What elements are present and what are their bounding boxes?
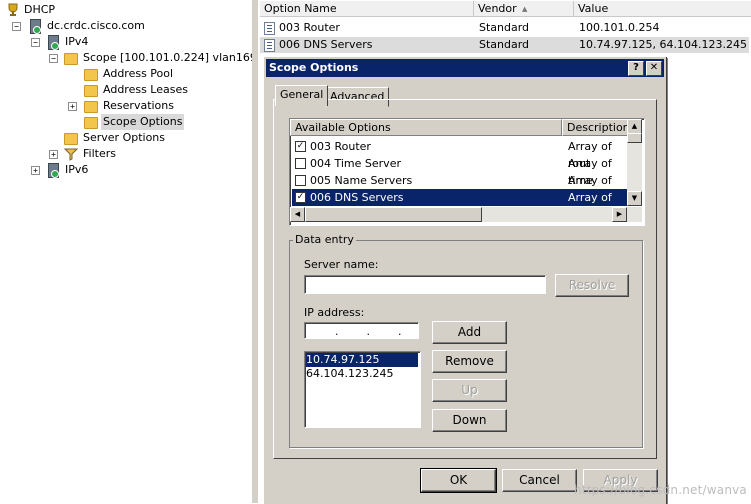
resolve-button[interactable]: Resolve (555, 274, 629, 297)
tree-item-label: IPv6 (65, 163, 89, 176)
option-name: 003 Router (279, 21, 340, 34)
server-name-label: Server name: (304, 258, 379, 271)
collapse-icon[interactable]: − (31, 38, 40, 47)
tab-panel-general: Available Options Description ✓ 003 Rout… (273, 99, 657, 459)
server-name-input[interactable] (304, 275, 546, 294)
option-value: 10.74.97.125, 64.104.123.245 (579, 38, 747, 51)
option-name: 003 Router (310, 140, 371, 153)
option-row[interactable]: ✓ 006 DNS Servers Array of DNS (292, 189, 627, 221)
option-checkbox[interactable]: ✓ (295, 141, 306, 152)
scroll-left-icon[interactable]: ◀ (290, 207, 305, 222)
list-row[interactable]: 006 DNS Servers Standard 10.74.97.125, 6… (260, 37, 749, 53)
filter-icon (63, 147, 79, 161)
ip-address-list[interactable]: 10.74.97.125 64.104.123.245 (304, 351, 421, 428)
option-row[interactable]: 004 Time Server Array of time (292, 155, 627, 187)
scroll-thumb[interactable] (305, 207, 482, 222)
column-header-vendor[interactable]: Vendor ▲ (474, 1, 574, 17)
remove-button[interactable]: Remove (432, 350, 507, 373)
ip-list-item[interactable]: 10.74.97.125 (306, 353, 418, 367)
folder-icon (64, 53, 78, 65)
option-name: 006 DNS Servers (310, 191, 404, 204)
close-button[interactable]: ✕ (646, 61, 662, 76)
add-button[interactable]: Add (432, 321, 507, 344)
tree-item-label: IPv4 (65, 35, 89, 48)
option-checkbox[interactable] (295, 158, 306, 169)
scroll-down-icon[interactable]: ▼ (627, 191, 642, 206)
expand-icon[interactable]: + (68, 102, 77, 111)
option-row[interactable]: 005 Name Servers Array of nam (292, 172, 627, 204)
option-name: 005 Name Servers (310, 174, 413, 187)
expand-icon[interactable]: + (31, 166, 40, 175)
option-vendor: Standard (479, 38, 530, 51)
collapse-icon[interactable]: − (12, 22, 21, 31)
vertical-scrollbar[interactable]: ▲ ▼ (627, 119, 642, 206)
watermark: https://blog.csdn.net/wanva (574, 483, 747, 497)
tree-item-label: Address Leases (103, 83, 188, 96)
ip-list-item[interactable]: 64.104.123.245 (306, 367, 418, 381)
tree-item-label: DHCP (24, 3, 56, 16)
up-button[interactable]: Up (432, 379, 507, 402)
dialog-title: Scope Options (269, 61, 359, 74)
option-vendor: Standard (479, 21, 530, 34)
tree-item-label: Filters (83, 147, 116, 160)
scroll-right-icon[interactable]: ▶ (612, 207, 627, 222)
cancel-button[interactable]: Cancel (502, 469, 577, 492)
expand-icon[interactable]: + (49, 150, 58, 159)
down-button[interactable]: Down (432, 409, 507, 432)
sort-ascending-icon: ▲ (522, 5, 528, 13)
available-options-list[interactable]: Available Options Description ✓ 003 Rout… (289, 118, 645, 226)
folder-clock-icon (84, 85, 98, 97)
tree-item-label: Scope Options (101, 114, 185, 130)
option-name: 004 Time Server (310, 157, 401, 170)
scroll-up-icon[interactable]: ▲ (627, 119, 642, 134)
column-header-value[interactable]: Value (574, 1, 751, 17)
option-icon (264, 39, 275, 52)
ip-address-input[interactable]: . . . (304, 322, 419, 339)
option-checkbox[interactable] (295, 175, 306, 186)
column-header-description[interactable]: Description (562, 119, 632, 136)
option-row[interactable]: ✓ 003 Router Array of rout (292, 138, 627, 170)
tree-item-label: Address Pool (103, 67, 174, 80)
horizontal-scrollbar[interactable]: ◀ ▶ (290, 207, 642, 222)
ip-address-label: IP address: (304, 306, 365, 319)
tree-item-label: Reservations (103, 99, 174, 112)
folder-options-icon (84, 117, 98, 129)
tree-item-label: Scope [100.101.0.224] vlan169 (83, 51, 257, 64)
tree-item-label: Server Options (83, 131, 166, 144)
server-icon (30, 19, 41, 34)
column-header-option-name[interactable]: Option Name (260, 1, 474, 17)
option-checkbox[interactable]: ✓ (295, 192, 306, 203)
ipv4-icon (48, 35, 59, 50)
console-tree[interactable]: DHCP − dc.crdc.cisco.com − IPv4 − Scope … (0, 0, 257, 503)
option-name: 006 DNS Servers (279, 38, 373, 51)
data-entry-label: Data entry (293, 233, 356, 246)
folder-icon (84, 101, 98, 113)
collapse-icon[interactable]: − (49, 54, 58, 63)
option-icon (264, 22, 275, 35)
scroll-thumb[interactable] (627, 133, 642, 143)
dialog-titlebar[interactable]: Scope Options ? ✕ (266, 59, 664, 77)
dhcp-trophy-icon (6, 3, 20, 17)
column-header-label: Vendor (478, 2, 517, 15)
tree-item-label: dc.crdc.cisco.com (47, 19, 145, 32)
list-row[interactable]: 003 Router Standard 100.101.0.254 (260, 20, 749, 36)
tab-general[interactable]: General (275, 85, 329, 106)
ok-button[interactable]: OK (421, 469, 496, 492)
help-button[interactable]: ? (628, 61, 644, 76)
scope-options-dialog[interactable]: Scope Options ? ✕ General Advanced Avail… (263, 56, 666, 504)
folder-icon (84, 69, 98, 81)
option-value: 100.101.0.254 (579, 21, 660, 34)
ipv6-icon (48, 163, 59, 178)
column-header-available-options[interactable]: Available Options (290, 119, 562, 136)
folder-options-icon (64, 133, 78, 145)
